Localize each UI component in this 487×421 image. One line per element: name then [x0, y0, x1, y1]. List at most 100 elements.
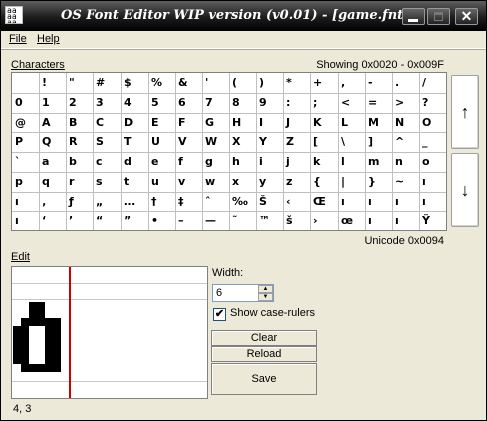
char-cell[interactable]: W	[202, 132, 229, 152]
menu-help[interactable]: Help	[37, 33, 60, 45]
char-cell[interactable]: L	[338, 113, 365, 133]
char-cell[interactable]: 2	[66, 93, 93, 113]
app-icon[interactable]: aa aa aa	[5, 6, 23, 24]
char-cell[interactable]: I	[256, 113, 283, 133]
clear-button[interactable]: Clear	[211, 330, 317, 346]
char-cell[interactable]: 5	[148, 93, 175, 113]
char-cell[interactable]	[12, 73, 39, 93]
char-cell[interactable]: V	[175, 132, 202, 152]
char-cell[interactable]: p	[12, 172, 39, 192]
char-cell[interactable]: #	[93, 73, 120, 93]
char-cell[interactable]: ˆ	[202, 192, 229, 212]
char-cell[interactable]: _	[419, 132, 446, 152]
char-cell[interactable]: R	[66, 132, 93, 152]
char-cell[interactable]: œ	[338, 211, 365, 231]
char-cell[interactable]: Y	[256, 132, 283, 152]
char-cell[interactable]: “	[93, 211, 120, 231]
reload-button[interactable]: Reload	[211, 346, 317, 362]
char-cell[interactable]: ı	[392, 211, 419, 231]
char-cell[interactable]: &	[175, 73, 202, 93]
char-cell[interactable]: |	[338, 172, 365, 192]
char-cell[interactable]: !	[39, 73, 66, 93]
char-cell[interactable]: ›	[310, 211, 337, 231]
char-cell[interactable]: (	[229, 73, 256, 93]
char-cell[interactable]: :	[283, 93, 310, 113]
char-cell[interactable]: -	[365, 73, 392, 93]
char-cell[interactable]: M	[365, 113, 392, 133]
char-cell[interactable]: s	[93, 172, 120, 192]
char-cell[interactable]: C	[93, 113, 120, 133]
char-cell[interactable]: N	[392, 113, 419, 133]
char-cell[interactable]: ’	[66, 211, 93, 231]
char-cell[interactable]: O	[419, 113, 446, 133]
char-cell[interactable]: H	[229, 113, 256, 133]
char-cell[interactable]: @	[12, 113, 39, 133]
char-cell[interactable]: b	[66, 152, 93, 172]
char-cell[interactable]: ~	[392, 172, 419, 192]
char-cell[interactable]: ı	[12, 211, 39, 231]
char-cell[interactable]: l	[338, 152, 365, 172]
char-cell[interactable]: u	[148, 172, 175, 192]
char-cell[interactable]: t	[121, 172, 148, 192]
char-cell[interactable]: ı	[365, 211, 392, 231]
char-cell[interactable]: X	[229, 132, 256, 152]
char-cell[interactable]: %	[148, 73, 175, 93]
char-cell[interactable]: [	[310, 132, 337, 152]
char-cell[interactable]: \	[338, 132, 365, 152]
char-cell[interactable]: i	[256, 152, 283, 172]
char-cell[interactable]: „	[93, 192, 120, 212]
char-cell[interactable]: f	[175, 152, 202, 172]
char-cell[interactable]: ı	[392, 192, 419, 212]
close-button[interactable]: ✕	[455, 8, 478, 25]
char-cell[interactable]: Ÿ	[419, 211, 446, 231]
char-cell[interactable]: ,	[338, 73, 365, 93]
char-cell[interactable]: 7	[202, 93, 229, 113]
char-cell[interactable]: o	[419, 152, 446, 172]
char-cell[interactable]: ı	[365, 192, 392, 212]
char-cell[interactable]: c	[93, 152, 120, 172]
char-cell[interactable]: ?	[419, 93, 446, 113]
char-cell[interactable]: –	[175, 211, 202, 231]
char-cell[interactable]: ‘	[39, 211, 66, 231]
char-cell[interactable]: ]	[365, 132, 392, 152]
page-up-button[interactable]: ↑	[451, 75, 479, 149]
char-cell[interactable]: ”	[121, 211, 148, 231]
character-grid[interactable]: ! " # $% & '() * +, -./ 0 1 2 3 4 5 6 7 8 9:; < = >? @ A B C D E F G H…	[11, 72, 447, 231]
char-cell[interactable]: n	[392, 152, 419, 172]
width-value[interactable]: 6	[216, 287, 222, 299]
char-cell[interactable]: ‹	[283, 192, 310, 212]
char-cell[interactable]: m	[365, 152, 392, 172]
char-cell[interactable]: ^	[392, 132, 419, 152]
char-cell[interactable]: S	[93, 132, 120, 152]
char-cell[interactable]: 3	[93, 93, 120, 113]
char-cell[interactable]: }	[365, 172, 392, 192]
char-cell[interactable]: ı	[419, 192, 446, 212]
show-case-rulers-checkbox[interactable]: ✔	[213, 308, 226, 321]
char-cell[interactable]: 6	[175, 93, 202, 113]
char-cell[interactable]: ı	[338, 192, 365, 212]
spin-up-button[interactable]: ▲	[258, 285, 273, 293]
char-cell[interactable]: )	[256, 73, 283, 93]
char-cell[interactable]: —	[202, 211, 229, 231]
char-cell[interactable]: ı	[419, 172, 446, 192]
char-cell[interactable]: 8	[229, 93, 256, 113]
width-ruler[interactable]	[69, 267, 71, 398]
char-cell[interactable]: y	[256, 172, 283, 192]
char-cell[interactable]: w	[202, 172, 229, 192]
char-cell[interactable]: 0	[12, 93, 39, 113]
char-cell[interactable]: "	[66, 73, 93, 93]
char-cell[interactable]: *	[283, 73, 310, 93]
char-cell[interactable]: F	[175, 113, 202, 133]
page-down-button[interactable]: ↓	[451, 153, 479, 227]
char-cell[interactable]: $	[121, 73, 148, 93]
char-cell[interactable]: •	[148, 211, 175, 231]
char-cell[interactable]: …	[121, 192, 148, 212]
char-cell[interactable]: Q	[39, 132, 66, 152]
char-cell[interactable]: h	[229, 152, 256, 172]
char-cell[interactable]: d	[121, 152, 148, 172]
char-cell[interactable]: Œ	[310, 192, 337, 212]
char-cell[interactable]: ™	[256, 211, 283, 231]
char-cell[interactable]: Z	[283, 132, 310, 152]
char-cell[interactable]: +	[310, 73, 337, 93]
char-cell[interactable]: 9	[256, 93, 283, 113]
